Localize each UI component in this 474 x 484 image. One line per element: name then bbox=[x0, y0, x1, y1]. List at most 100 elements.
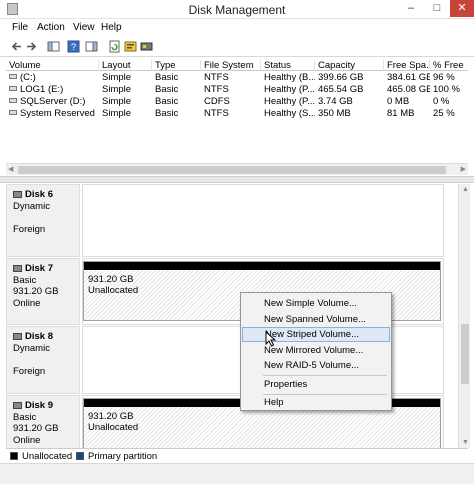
volume-status: Healthy (B... bbox=[264, 72, 315, 83]
column-file-system[interactable]: File System bbox=[201, 60, 261, 71]
unallocated-bar bbox=[84, 262, 440, 270]
menu-new-spanned-volume[interactable]: New Spanned Volume... bbox=[242, 312, 390, 327]
scroll-down-icon[interactable]: ▼ bbox=[462, 439, 469, 446]
menu-properties[interactable]: Properties bbox=[242, 377, 390, 392]
hscroll-thumb[interactable] bbox=[18, 166, 446, 174]
unallocated-swatch bbox=[10, 452, 18, 460]
volume-row[interactable]: SQLServer (D:) Simple Basic CDFS Healthy… bbox=[6, 96, 468, 108]
volume-name: SQLServer (D:) bbox=[20, 96, 86, 107]
disk-name: Disk 8 bbox=[25, 331, 53, 342]
menu-action[interactable]: Action bbox=[37, 22, 65, 33]
disk-type: Basic bbox=[13, 411, 37, 423]
disk-icon[interactable] bbox=[140, 40, 153, 53]
basic-disk-icon bbox=[13, 265, 22, 272]
menu-help[interactable]: Help bbox=[101, 22, 122, 33]
volume-layout: Simple bbox=[102, 72, 132, 83]
disk-type: Basic bbox=[13, 274, 37, 286]
disk-label[interactable]: Disk 9 Basic 931.20 GB Online bbox=[6, 395, 80, 448]
column-percent-free[interactable]: % Free bbox=[430, 60, 468, 71]
column-layout[interactable]: Layout bbox=[99, 60, 152, 71]
volume-status: Healthy (S... bbox=[264, 108, 315, 119]
dynamic-disk-icon bbox=[13, 191, 22, 198]
volume-type: Basic bbox=[155, 108, 179, 119]
minimize-button[interactable]: – bbox=[398, 0, 424, 17]
disk-label[interactable]: Disk 6 Dynamic Foreign bbox=[6, 184, 80, 257]
console-tree-icon[interactable] bbox=[47, 40, 60, 53]
volume-list-hscrollbar[interactable]: ◀ ▶ bbox=[6, 163, 468, 175]
menu-new-simple-volume[interactable]: New Simple Volume... bbox=[242, 296, 390, 311]
refresh-icon[interactable] bbox=[108, 40, 121, 53]
disk-label[interactable]: Disk 8 Dynamic Foreign bbox=[6, 326, 80, 394]
properties-icon[interactable] bbox=[124, 40, 137, 53]
disk-name: Disk 9 bbox=[25, 400, 53, 411]
volume-capacity: 350 MB bbox=[318, 108, 351, 119]
menu-separator bbox=[263, 375, 387, 376]
forward-arrow-icon[interactable] bbox=[25, 40, 38, 53]
cd-drive-icon bbox=[9, 98, 17, 103]
scroll-left-icon[interactable]: ◀ bbox=[8, 164, 13, 176]
volume-file-system: NTFS bbox=[204, 108, 229, 119]
status-bar bbox=[0, 463, 474, 484]
volume-free-space: 384.61 GB bbox=[387, 72, 430, 83]
legend-unallocated: Unallocated bbox=[22, 451, 73, 462]
menu-bar: File Action View Help bbox=[0, 20, 474, 36]
column-type[interactable]: Type bbox=[152, 60, 201, 71]
volume-free-space: 0 MB bbox=[387, 96, 410, 107]
back-arrow-icon[interactable] bbox=[10, 40, 23, 53]
volume-status: Healthy (P... bbox=[264, 84, 315, 95]
menu-file[interactable]: File bbox=[12, 22, 28, 33]
help-icon[interactable]: ? bbox=[67, 40, 80, 53]
volume-icon bbox=[9, 110, 17, 115]
disk-label[interactable]: Disk 7 Basic 931.20 GB Online bbox=[6, 258, 80, 325]
partition-size: 931.20 GB bbox=[88, 411, 134, 422]
disk-status: Foreign bbox=[13, 365, 46, 377]
title-bar: Disk Management – □ ✕ bbox=[0, 0, 474, 19]
vscroll-thumb[interactable] bbox=[461, 324, 469, 384]
column-free-space[interactable]: Free Spa... bbox=[384, 60, 430, 71]
disk-type: Dynamic bbox=[13, 200, 50, 212]
menu-help[interactable]: Help bbox=[242, 395, 390, 410]
partition-state: Unallocated bbox=[88, 422, 139, 433]
partition-state: Unallocated bbox=[88, 285, 139, 296]
column-volume[interactable]: Volume bbox=[6, 60, 99, 71]
menu-view[interactable]: View bbox=[73, 22, 95, 33]
volume-layout: Simple bbox=[102, 108, 132, 119]
scroll-up-icon[interactable]: ▲ bbox=[462, 186, 469, 193]
volume-row[interactable]: (C:) Simple Basic NTFS Healthy (B... 399… bbox=[6, 72, 468, 84]
volume-percent-free: 100 % bbox=[433, 84, 460, 95]
svg-text:?: ? bbox=[71, 42, 76, 52]
column-status[interactable]: Status bbox=[261, 60, 315, 71]
disk-size bbox=[13, 354, 73, 366]
volume-percent-free: 0 % bbox=[433, 96, 450, 107]
legend-primary-partition: Primary partition bbox=[88, 451, 158, 462]
disk-status: Online bbox=[13, 434, 41, 446]
volume-row[interactable]: LOG1 (E:) Simple Basic NTFS Healthy (P..… bbox=[6, 84, 468, 96]
menu-new-raid5-volume[interactable]: New RAID-5 Volume... bbox=[242, 358, 390, 373]
volume-free-space: 81 MB bbox=[387, 108, 415, 119]
disk-status: Online bbox=[13, 297, 41, 309]
volume-file-system: CDFS bbox=[204, 96, 230, 107]
partition-size: 931.20 GB bbox=[88, 274, 134, 285]
volume-name: (C:) bbox=[20, 72, 36, 83]
disk-type: Dynamic bbox=[13, 342, 50, 354]
pane-splitter[interactable] bbox=[0, 176, 474, 183]
disk-status: Foreign bbox=[13, 223, 46, 235]
volume-type: Basic bbox=[155, 96, 179, 107]
legend-bar: Unallocated Primary partition bbox=[6, 448, 468, 462]
volume-row[interactable]: System Reserved Simple Basic NTFS Health… bbox=[6, 108, 468, 120]
disk-name: Disk 7 bbox=[25, 263, 53, 274]
column-capacity[interactable]: Capacity bbox=[315, 60, 384, 71]
disk-size: 931.20 GB bbox=[13, 423, 59, 434]
mouse-pointer-icon bbox=[265, 330, 277, 347]
show-pane-icon[interactable] bbox=[85, 40, 98, 53]
volume-percent-free: 96 % bbox=[433, 72, 455, 83]
disk-name: Disk 6 bbox=[25, 189, 53, 200]
volume-name: System Reserved bbox=[20, 108, 95, 119]
volume-file-system: NTFS bbox=[204, 84, 229, 95]
close-button[interactable]: ✕ bbox=[450, 0, 474, 17]
scroll-right-icon[interactable]: ▶ bbox=[461, 164, 466, 176]
disk-view-vscrollbar[interactable]: ▲ ▼ bbox=[458, 184, 470, 448]
maximize-button[interactable]: □ bbox=[424, 0, 450, 17]
volume-list-header: Volume Layout Type File System Status Ca… bbox=[6, 59, 468, 71]
disk-size: 931.20 GB bbox=[13, 286, 59, 297]
